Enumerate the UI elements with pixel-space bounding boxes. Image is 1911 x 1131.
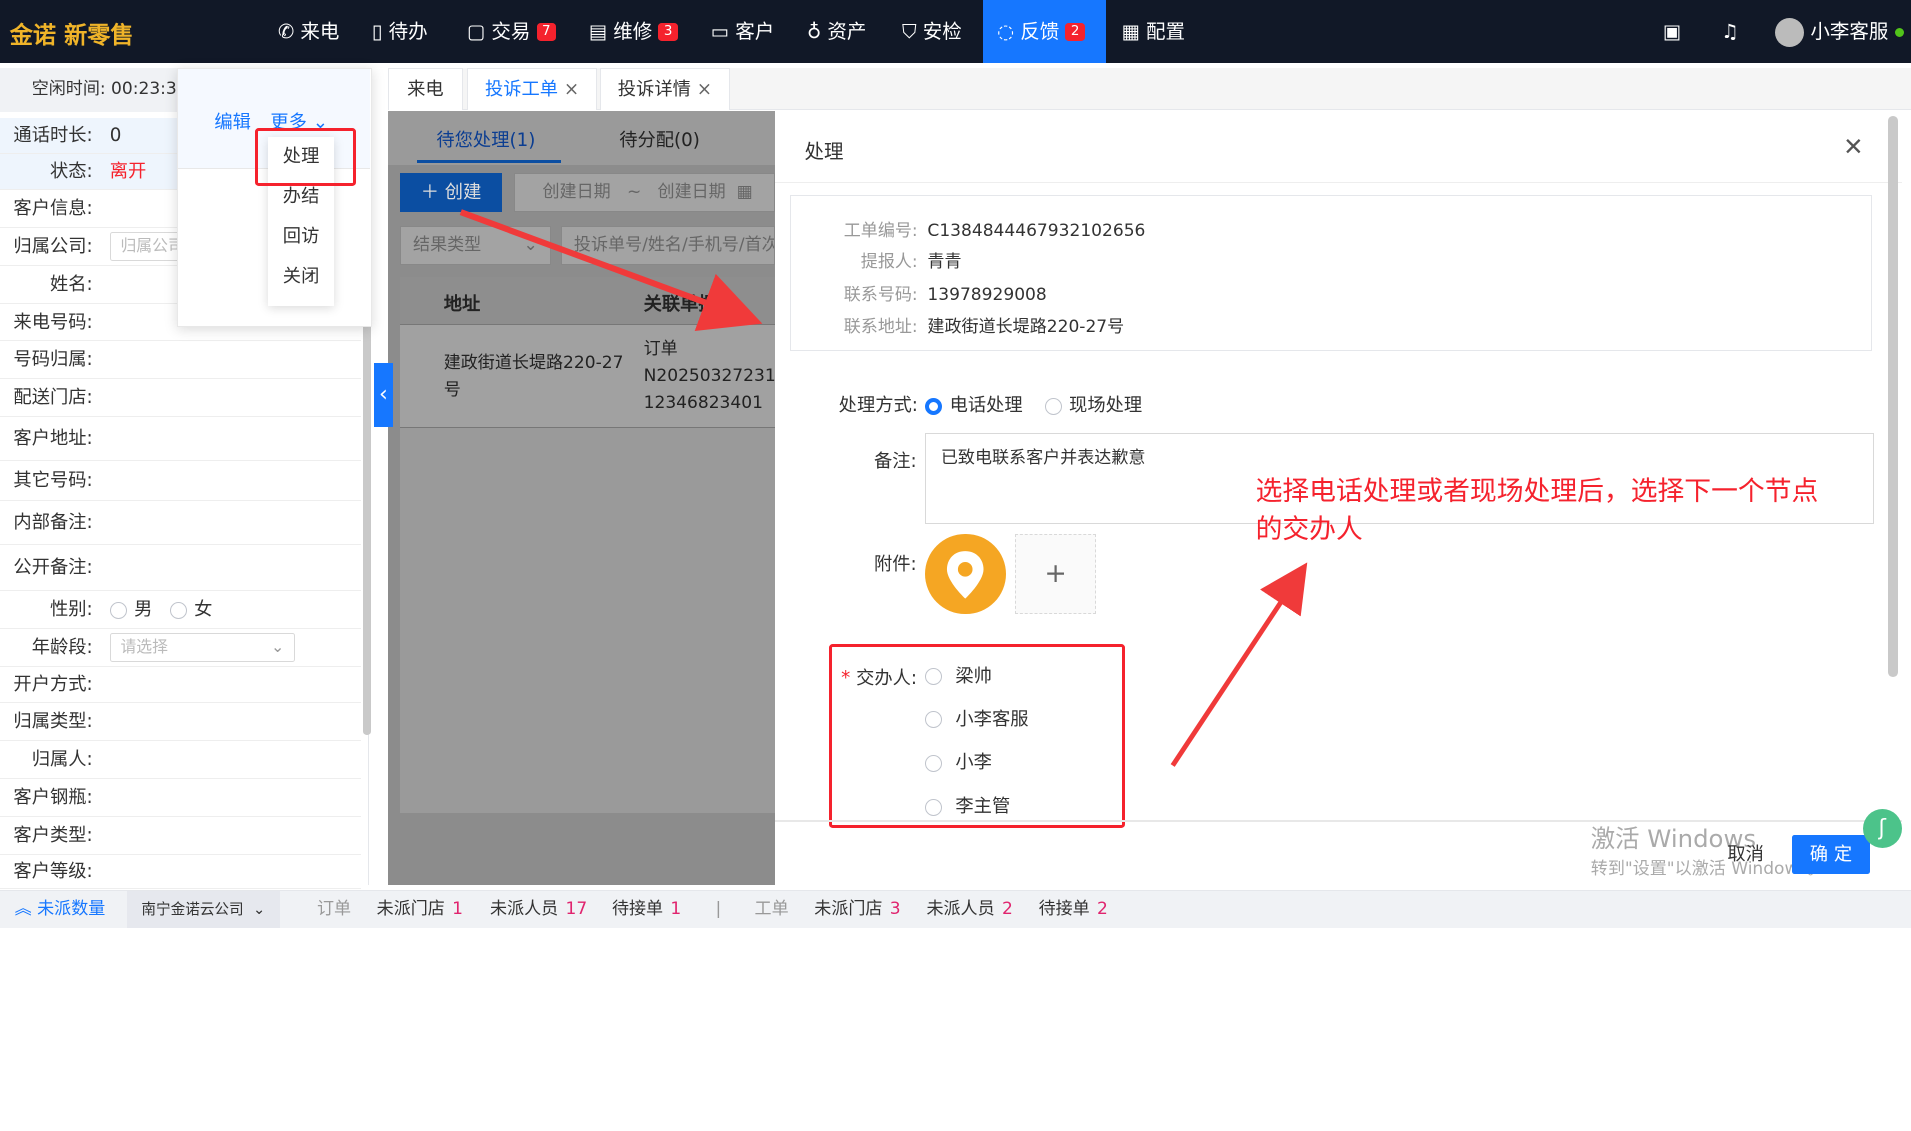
work-unassigned-staff[interactable]: 未派人员 2 [926,891,1012,928]
stat-label: 未派人员 [490,898,559,919]
stat-label: 未派门店 [376,898,445,919]
company-select[interactable]: 南宁金诺云公司 ⌄ [126,890,280,928]
double-chevron-up-icon: ︽ [14,898,32,919]
stat-label: 未派人员 [926,898,995,919]
work-waiting[interactable]: 待接单 2 [1039,891,1108,928]
stat-count: 3 [889,898,901,919]
stat-label: 待接单 [1038,898,1090,919]
assistant-logo-icon[interactable]: ʃ [1862,809,1902,849]
arrow-to-annotation [1170,562,1308,767]
stat-count: 2 [1097,898,1108,919]
stat-count: 17 [565,898,588,919]
company-name: 南宁金诺云公司 [141,900,244,918]
drawer-footer-divider [775,820,1902,822]
stat-count: 1 [452,898,464,919]
arrow-to-drawer [459,209,763,332]
unassigned-toggle[interactable]: ︽ 未派数量 [15,891,106,928]
work-unassigned-store[interactable]: 未派门店 3 [814,891,900,928]
annotation-arrows [459,209,1308,767]
work-section-label: 工单 [754,898,789,919]
separator: | [715,898,722,919]
stat-label: 待接单 [611,898,664,919]
windows-watermark: 激活 Windows 转到"设置"以激活 Windows。 [1591,826,1825,883]
unassigned-label: 未派数量 [37,898,106,919]
cancel-button[interactable]: 取消 [1711,835,1779,874]
chevron-down-icon: ⌄ [252,900,266,918]
confirm-button[interactable]: 确 定 [1791,835,1870,874]
stat-count: 2 [1001,898,1013,919]
order-unassigned-store[interactable]: 未派门店 1 [377,891,463,928]
app-window: 金诺 新零售 ✆ 来电 ▯ 待办 ▢ 交易 7 ▤ 维修 3 ▭ 客户 ♁ 资产 ⛉ 安检 ◌ 反馈… [0,0,1911,928]
stat-count: 1 [670,898,682,919]
bottom-status-bar: ︽ 未派数量 南宁金诺云公司 ⌄ 订单 未派门店 1 未派人员 17 待接单 1 | … [0,889,1911,928]
drawer-scrollbar[interactable] [1888,115,1898,677]
order-section-label: 订单 [316,898,352,919]
order-unassigned-staff[interactable]: 未派人员 17 [490,891,587,928]
order-waiting[interactable]: 待接单 1 [612,891,681,928]
stat-label: 未派门店 [814,898,883,919]
watermark-line2: 转到"设置"以激活 Windows。 [1590,859,1825,880]
watermark-line1: 激活 Windows [1590,824,1757,854]
